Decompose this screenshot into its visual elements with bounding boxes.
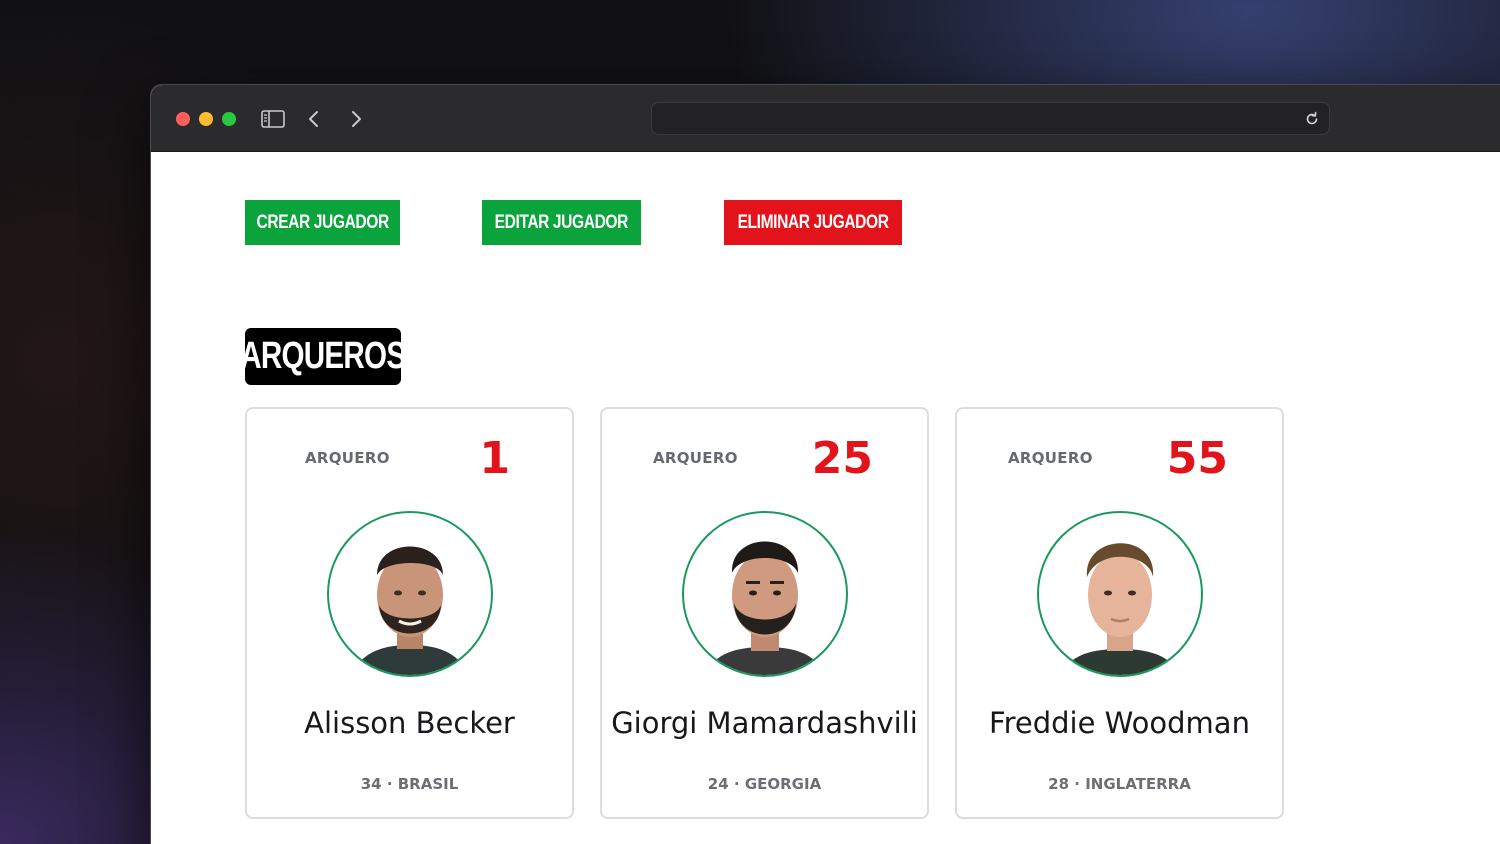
browser-toolbar: [151, 85, 1500, 152]
player-card[interactable]: ARQUERO 25 Giorgi Mamardashvili 24 · GEO…: [600, 407, 929, 819]
close-window-button[interactable]: [176, 112, 190, 126]
player-position: ARQUERO: [1008, 449, 1093, 467]
player-avatar: [682, 511, 848, 677]
player-number: 25: [811, 433, 873, 484]
chevron-right-icon[interactable]: [343, 107, 369, 131]
minimize-window-button[interactable]: [199, 112, 213, 126]
browser-window: CREAR JUGADOR EDITAR JUGADOR ELIMINAR JU…: [150, 84, 1500, 844]
address-bar[interactable]: [651, 102, 1330, 135]
section-title: ARQUEROS: [240, 328, 406, 385]
player-meta: 24 · GEORGIA: [707, 775, 822, 793]
player-position: ARQUERO: [653, 449, 738, 467]
chevron-left-icon[interactable]: [301, 107, 327, 131]
page-content: CREAR JUGADOR EDITAR JUGADOR ELIMINAR JU…: [151, 152, 1500, 844]
create-player-label: CREAR JUGADOR: [256, 211, 389, 233]
player-number: 1: [479, 433, 510, 484]
sidebar-icon[interactable]: [260, 107, 286, 131]
delete-player-button[interactable]: ELIMINAR JUGADOR: [724, 200, 902, 245]
player-card[interactable]: ARQUERO 55 Freddie Woodman 28 · INGLATER…: [955, 407, 1284, 819]
player-card[interactable]: ARQUERO 1 Alisson Becker 34 · BRASIL: [245, 407, 574, 819]
edit-player-label: EDITAR JUGADOR: [494, 211, 629, 233]
player-meta: 28 · INGLATERRA: [1048, 775, 1191, 793]
player-meta: 34 · BRASIL: [360, 775, 459, 793]
player-number: 55: [1166, 433, 1228, 484]
create-player-button[interactable]: CREAR JUGADOR: [245, 200, 400, 245]
player-avatar: [327, 511, 493, 677]
section-title-text: ARQUEROS: [240, 335, 406, 377]
player-avatar: [1037, 511, 1203, 677]
edit-player-button[interactable]: EDITAR JUGADOR: [482, 200, 641, 245]
player-name: Alisson Becker: [304, 706, 515, 740]
player-position: ARQUERO: [305, 449, 390, 467]
reload-icon[interactable]: [1303, 110, 1321, 128]
player-name: Freddie Woodman: [989, 706, 1250, 740]
delete-player-label: ELIMINAR JUGADOR: [737, 211, 889, 233]
zoom-window-button[interactable]: [222, 112, 236, 126]
player-name: Giorgi Mamardashvili: [611, 706, 918, 740]
